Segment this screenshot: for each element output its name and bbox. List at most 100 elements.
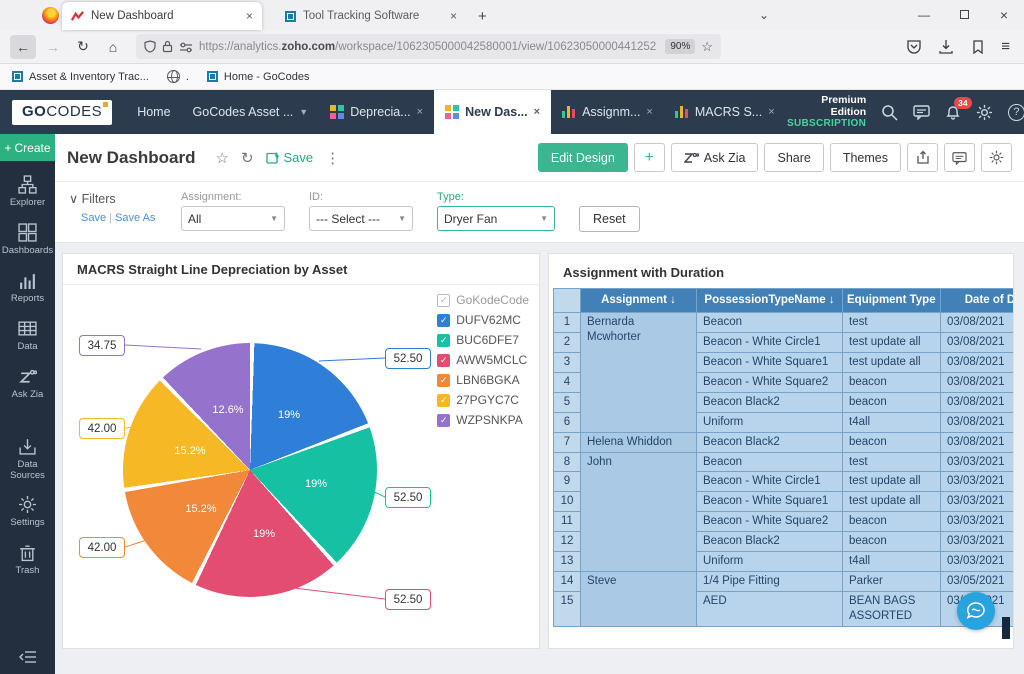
table-row[interactable]: 8JohnBeacontest03/03/2021 bbox=[554, 452, 1014, 472]
collapse-sidebar-icon[interactable] bbox=[0, 650, 55, 664]
legend-item-dufv62mc[interactable]: ✓DUFV62MC bbox=[437, 313, 529, 327]
table-scroll-area[interactable]: Assignment ↓PossessionTypeName ↓Equipmen… bbox=[553, 288, 1013, 627]
filter-save-link[interactable]: Save bbox=[81, 212, 106, 224]
reload-button[interactable]: ↻ bbox=[70, 35, 96, 59]
close-tab-icon[interactable]: × bbox=[534, 106, 540, 118]
gocodes-logo[interactable]: GOCODES bbox=[12, 100, 112, 125]
sidebar-item-dashboards[interactable]: Dashboards bbox=[0, 223, 55, 257]
id-select[interactable]: --- Select ---▼ bbox=[309, 206, 413, 231]
type-select[interactable]: Dryer Fan▼ bbox=[437, 206, 555, 231]
table-scrollbar-thumb[interactable] bbox=[1002, 617, 1010, 639]
column-header-equipment-type[interactable]: Equipment Type ↓ bbox=[843, 289, 941, 313]
reset-button[interactable]: Reset bbox=[579, 206, 640, 232]
add-widget-button[interactable]: + bbox=[634, 143, 665, 172]
column-header-assignment[interactable]: Assignment ↓ bbox=[581, 289, 697, 313]
sidebar-item-data-sources[interactable]: Data Sources bbox=[0, 437, 55, 482]
sidebar-item-settings[interactable]: Settings bbox=[0, 495, 55, 529]
back-button[interactable]: ← bbox=[10, 35, 36, 59]
legend-item-lbn6bgka[interactable]: ✓LBN6BGKA bbox=[437, 373, 529, 387]
browser-tab-active[interactable]: New Dashboard × bbox=[62, 2, 262, 30]
table-row[interactable]: 14Steve1/4 Pipe FittingParker03/05/2021 bbox=[554, 572, 1014, 592]
new-tab-button[interactable]: + bbox=[478, 8, 487, 25]
bookmark-item[interactable]: Home - GoCodes bbox=[207, 71, 310, 83]
share-button[interactable]: Share bbox=[764, 143, 823, 172]
ask-zia-button[interactable]: Ask Zia bbox=[671, 143, 759, 172]
tab-close-icon[interactable]: × bbox=[450, 9, 457, 23]
filter-save-as-link[interactable]: Save As bbox=[115, 212, 155, 224]
refresh-icon[interactable]: ↻ bbox=[241, 149, 254, 167]
workspace-tab-assignm[interactable]: Assignm...× bbox=[551, 90, 664, 134]
legend-checkbox[interactable]: ✓ bbox=[437, 354, 450, 367]
assignment-select[interactable]: All▼ bbox=[181, 206, 285, 231]
pie-chart[interactable]: ✓GoKodeCode ✓DUFV62MC ✓BUC6DFE7 ✓AWW5MCLC ✓L… bbox=[63, 285, 539, 649]
legend-checkbox[interactable]: ✓ bbox=[437, 314, 450, 327]
sidebar-item-ask-zia[interactable]: Ask Zia bbox=[0, 367, 55, 401]
sidebar-item-trash[interactable]: Trash bbox=[0, 543, 55, 577]
forward-button[interactable]: → bbox=[40, 35, 66, 59]
bookmark-item[interactable]: Asset & Inventory Trac... bbox=[12, 71, 149, 83]
workspace-tab-gocodes-asset[interactable]: GoCodes Asset ...▼ bbox=[182, 90, 320, 134]
list-tabs-icon[interactable]: ⌄ bbox=[744, 8, 784, 22]
notifications-bell-icon[interactable]: 34 bbox=[945, 104, 961, 121]
close-tab-icon[interactable]: × bbox=[417, 106, 423, 118]
close-tab-icon[interactable]: × bbox=[646, 106, 652, 118]
browser-tab[interactable]: Tool Tracking Software × bbox=[276, 2, 466, 30]
close-tab-icon[interactable]: × bbox=[768, 106, 774, 118]
chat-support-button[interactable] bbox=[957, 592, 995, 630]
workspace-tab-new-das[interactable]: New Das...× bbox=[434, 90, 551, 134]
sidebar-item-explorer[interactable]: Explorer bbox=[0, 175, 55, 209]
chevron-down-icon: ∨ bbox=[69, 192, 78, 206]
search-icon[interactable] bbox=[881, 104, 898, 121]
bookmark-star-icon[interactable]: ☆ bbox=[701, 39, 713, 55]
menu-icon[interactable]: ≡ bbox=[1001, 38, 1010, 55]
zoom-level-badge[interactable]: 90% bbox=[665, 39, 695, 54]
gear-icon[interactable] bbox=[976, 104, 993, 121]
settings-button[interactable] bbox=[981, 143, 1012, 172]
column-header-possessiontypename[interactable]: PossessionTypeName ↓ bbox=[697, 289, 843, 313]
table-row[interactable]: 1Bernarda McwhorterBeacontest03/08/2021 bbox=[554, 312, 1014, 332]
bookmark-item[interactable]: . bbox=[167, 70, 189, 83]
comments-button[interactable] bbox=[944, 143, 975, 172]
favorite-star-icon[interactable]: ☆ bbox=[215, 149, 228, 167]
help-icon[interactable]: ? bbox=[1008, 104, 1024, 121]
more-options-kebab-icon[interactable]: ⋮ bbox=[325, 149, 340, 167]
export-button[interactable] bbox=[907, 143, 938, 172]
legend-checkbox[interactable]: ✓ bbox=[437, 334, 450, 347]
themes-button[interactable]: Themes bbox=[830, 143, 901, 172]
save-button[interactable]: Save bbox=[266, 150, 314, 165]
legend-checkbox[interactable]: ✓ bbox=[437, 414, 450, 427]
maximize-button[interactable] bbox=[944, 8, 984, 22]
legend-item-27pgyc7c[interactable]: ✓27PGYC7C bbox=[437, 393, 529, 407]
lock-icon[interactable] bbox=[162, 40, 173, 53]
legend-item-wzpsnkpa[interactable]: ✓WZPSNKPA bbox=[437, 413, 529, 427]
pie-graphic[interactable] bbox=[123, 343, 377, 597]
legend-item-buc6dfe7[interactable]: ✓BUC6DFE7 bbox=[437, 333, 529, 347]
feedback-icon[interactable] bbox=[913, 104, 930, 120]
filters-toggle[interactable]: ∨ Filters bbox=[69, 191, 157, 206]
download-icon[interactable] bbox=[938, 39, 954, 55]
column-header-date-of-d[interactable]: Date of D bbox=[941, 289, 1014, 313]
minimize-button[interactable]: — bbox=[904, 8, 944, 22]
shield-icon[interactable] bbox=[144, 40, 156, 53]
legend-checkbox[interactable]: ✓ bbox=[437, 374, 450, 387]
library-icon[interactable] bbox=[970, 39, 985, 55]
tab-close-icon[interactable]: × bbox=[246, 9, 253, 23]
sidebar-item-reports[interactable]: Reports bbox=[0, 271, 55, 305]
pocket-icon[interactable] bbox=[906, 39, 922, 55]
workspace-tab-macrs-s[interactable]: MACRS S...× bbox=[664, 90, 786, 134]
close-button[interactable]: × bbox=[984, 7, 1024, 23]
legend-checkbox[interactable]: ✓ bbox=[437, 394, 450, 407]
sidebar-item-data[interactable]: Data bbox=[0, 319, 55, 353]
home-button[interactable]: ⌂ bbox=[100, 35, 126, 59]
workspace-tab-deprecia[interactable]: Deprecia...× bbox=[319, 90, 434, 134]
table-row[interactable]: 7Helena WhiddonBeacon Black2beacon03/08/… bbox=[554, 432, 1014, 452]
legend-checkbox[interactable]: ✓ bbox=[437, 294, 450, 307]
url-text[interactable]: https://analytics.zoho.com/workspace/106… bbox=[199, 41, 659, 53]
edit-design-button[interactable]: Edit Design bbox=[538, 143, 628, 172]
create-button[interactable]: +Create bbox=[0, 134, 55, 161]
workspace-tab-home[interactable]: Home bbox=[126, 90, 181, 134]
legend-item-aww5mclc[interactable]: ✓AWW5MCLC bbox=[437, 353, 529, 367]
url-bar[interactable]: https://analytics.zoho.com/workspace/106… bbox=[136, 34, 721, 59]
legend-title-row[interactable]: ✓GoKodeCode bbox=[437, 293, 529, 307]
permissions-icon[interactable] bbox=[179, 41, 193, 53]
